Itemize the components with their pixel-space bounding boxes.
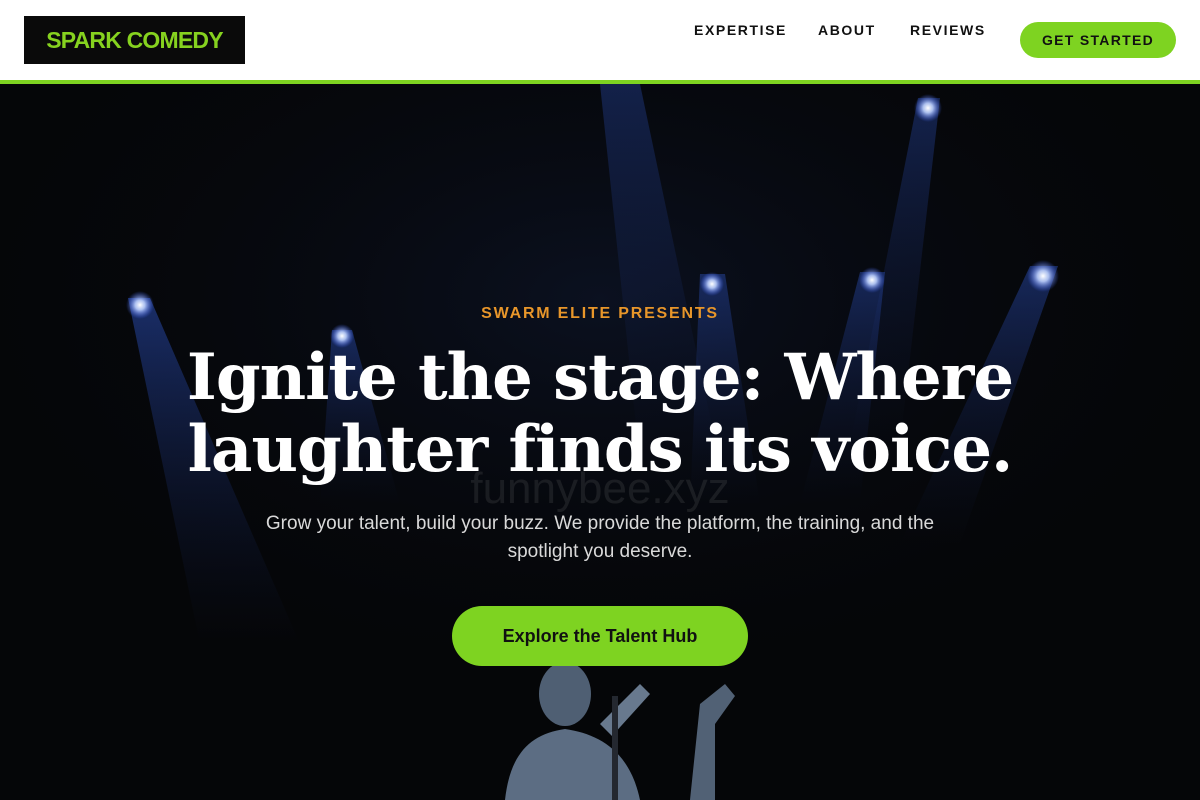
- hero-subtext: Grow your talent, build your buzz. We pr…: [190, 510, 1010, 566]
- get-started-button[interactable]: GET STARTED: [1020, 22, 1176, 58]
- explore-talent-hub-button[interactable]: Explore the Talent Hub: [452, 606, 748, 666]
- nav-link-about[interactable]: ABOUT: [818, 22, 876, 38]
- watermark-text: funnybee.xyz: [470, 464, 730, 513]
- nav-link-reviews[interactable]: REVIEWS: [910, 22, 986, 38]
- hero-subtext-line-2: spotlight you deserve.: [507, 541, 693, 562]
- hero-eyebrow: SWARM ELITE PRESENTS: [481, 305, 719, 322]
- hero-headline-line-1: Ignite the stage: Where: [186, 340, 1014, 415]
- hero-subtext-line-1: Grow your talent, build your buzz. We pr…: [265, 513, 935, 534]
- nav-link-expertise[interactable]: EXPERTISE: [694, 22, 787, 38]
- hero-section: SWARM ELITE PRESENTS Ignite the stage: W…: [0, 84, 1200, 800]
- site-header: SPARK COMEDY EXPERTISE ABOUT REVIEWS GET…: [0, 0, 1200, 80]
